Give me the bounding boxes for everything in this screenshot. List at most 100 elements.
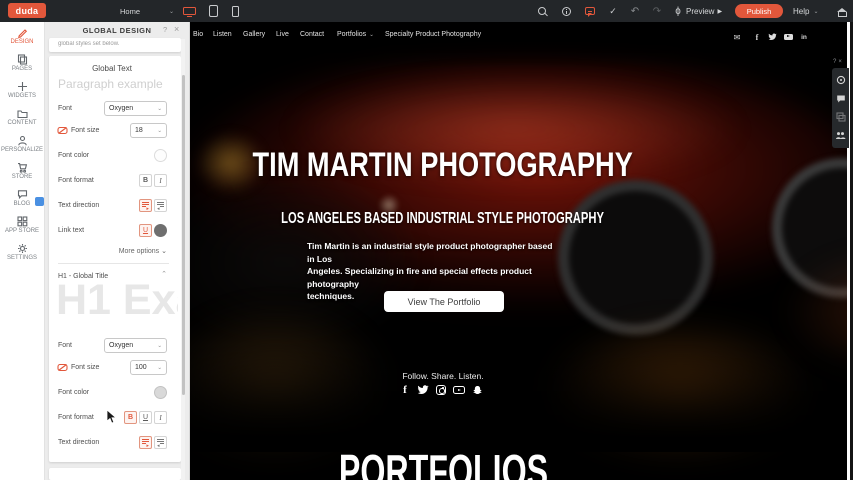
site-nav-live[interactable]: Live	[276, 31, 289, 38]
page-selector-dropdown[interactable]: Home ⌄	[118, 4, 176, 18]
editor-window: Bio Listen Gallery Live Contact Portfoli…	[0, 0, 853, 480]
help-dropdown[interactable]: Help ⌄	[793, 0, 818, 22]
italic-button[interactable]: I	[154, 174, 167, 187]
link-text-label: Link text	[58, 223, 84, 238]
site-preview[interactable]: Bio Listen Gallery Live Contact Portfoli…	[190, 22, 853, 480]
comments-icon	[585, 7, 595, 15]
hero-title[interactable]: TIM MARTIN PHOTOGRAPHY	[193, 146, 693, 185]
linkedin-icon[interactable]: in	[797, 30, 811, 44]
undo-icon: ↶	[631, 6, 639, 17]
site-nav-gallery[interactable]: Gallery	[243, 31, 265, 38]
ltr-direction-button[interactable]	[139, 199, 152, 212]
ltr-icon	[141, 201, 150, 210]
comments-button[interactable]	[580, 0, 600, 22]
h1-text-direction-label: Text direction	[58, 435, 99, 450]
redo-button[interactable]: ↷	[647, 0, 667, 22]
done-button[interactable]: ✓	[603, 0, 623, 22]
email-icon[interactable]: ✉	[730, 30, 744, 44]
scrolled-card: global styles set below.	[49, 38, 181, 52]
snapchat-icon[interactable]	[470, 383, 484, 397]
info-button[interactable]	[556, 0, 576, 22]
panel-help-icon[interactable]: ?	[163, 25, 167, 34]
instagram-icon[interactable]	[434, 383, 448, 397]
hero-subtitle[interactable]: LOS ANGELES BASED INDUSTRIAL STYLE PHOTO…	[193, 210, 693, 228]
chevron-down-icon: ⌄	[157, 128, 162, 134]
team-button[interactable]	[834, 129, 847, 142]
site-nav-bio[interactable]: Bio	[193, 31, 203, 38]
ltr-icon	[141, 438, 150, 447]
preview-button[interactable]: Preview ▶	[686, 0, 722, 22]
h1-rtl-direction-button[interactable]	[154, 436, 167, 449]
bold-button[interactable]: B	[139, 174, 152, 187]
undo-button[interactable]: ↶	[625, 0, 645, 22]
sidebar-item-app-store[interactable]: APP STORE	[0, 211, 44, 238]
rtl-direction-button[interactable]	[154, 199, 167, 212]
chevron-down-icon: ⌄	[157, 343, 162, 349]
h1-underline-button[interactable]: U	[139, 411, 152, 424]
desktop-view-button[interactable]	[178, 3, 200, 19]
panel-scrollbar-thumb[interactable]	[182, 75, 185, 395]
sidebar-item-pages[interactable]: PAGES	[0, 49, 44, 76]
h1-sample-text: H1 Exa	[56, 276, 178, 326]
duda-logo[interactable]: duda	[8, 3, 46, 18]
mobile-view-button[interactable]	[224, 3, 246, 19]
chevron-down-icon: ⌄	[161, 248, 167, 255]
h1-ltr-direction-button[interactable]	[139, 436, 152, 449]
images-icon	[836, 112, 846, 122]
site-nav-specialty[interactable]: Specialty Product Photography	[385, 31, 481, 38]
tablet-view-button[interactable]	[202, 3, 224, 19]
font-select[interactable]: Oxygen ⌄	[104, 101, 167, 116]
global-text-heading: Global Text	[45, 64, 179, 73]
facebook-icon[interactable]: f	[750, 30, 764, 44]
youtube-icon[interactable]	[781, 30, 795, 44]
site-nav-contact[interactable]: Contact	[300, 31, 324, 38]
sidebar-item-settings[interactable]: SETTINGS	[0, 238, 44, 265]
gear-icon	[17, 243, 28, 254]
next-card-fragment	[49, 468, 181, 480]
app-grid-icon	[17, 216, 28, 227]
font-format-label: Font format	[58, 173, 94, 188]
twitter-icon[interactable]	[416, 383, 430, 397]
link-color-swatch[interactable]	[154, 224, 167, 237]
close-icon[interactable]: ×	[838, 59, 844, 65]
h1-italic-button[interactable]: I	[154, 411, 167, 424]
sidebar-item-design[interactable]: DESIGN	[0, 22, 44, 49]
sidebar-item-widgets[interactable]: WIDGETS	[0, 76, 44, 103]
panel-header: GLOBAL DESIGN ? ×	[45, 22, 189, 38]
dev-mode-button[interactable]: ɸ	[668, 0, 688, 22]
twitter-icon[interactable]	[765, 30, 779, 44]
target-button[interactable]	[834, 74, 847, 87]
rtl-icon	[156, 201, 165, 210]
more-options-link[interactable]: More options ⌄	[119, 247, 167, 255]
h1-font-size-select[interactable]: 100 ⌄	[130, 360, 167, 375]
font-size-override-icon	[57, 126, 68, 135]
youtube-icon[interactable]	[452, 383, 466, 397]
editor-topbar: duda Home ⌄ ✓ ↶ ↷ ɸ Preview ▶ Publish He…	[0, 0, 853, 22]
editor-sidebar: DESIGN PAGES WIDGETS CONTENT PERSONALIZE…	[0, 22, 45, 480]
h1-font-color-swatch[interactable]	[154, 386, 167, 399]
font-color-swatch[interactable]	[154, 149, 167, 162]
site-navbar: Bio Listen Gallery Live Contact Portfoli…	[190, 22, 853, 48]
view-portfolio-button[interactable]: View The Portfolio	[384, 291, 504, 312]
h1-font-select[interactable]: Oxygen ⌄	[104, 338, 167, 353]
search-button[interactable]	[532, 0, 552, 22]
h1-font-size-label: Font size	[71, 360, 99, 375]
font-size-select[interactable]: 18 ⌄	[130, 123, 167, 138]
sidebar-item-content[interactable]: CONTENT	[0, 103, 44, 130]
global-text-card	[49, 56, 181, 462]
chevron-down-icon: ⌄	[369, 32, 374, 38]
h1-bold-button[interactable]: B	[124, 411, 137, 424]
cart-icon	[17, 162, 28, 173]
underline-button[interactable]: U	[139, 224, 152, 237]
site-nav-listen[interactable]: Listen	[213, 31, 232, 38]
site-nav-portfolios[interactable]: Portfolios⌄	[337, 31, 374, 38]
images-button[interactable]	[834, 111, 847, 124]
sidebar-item-personalize[interactable]: PERSONALIZE	[0, 130, 44, 157]
comment-button[interactable]	[834, 92, 847, 105]
publish-button[interactable]: Publish	[735, 4, 783, 18]
close-icon[interactable]: ×	[174, 24, 179, 34]
facebook-icon[interactable]: f	[398, 383, 412, 397]
portfolios-section-title[interactable]: PORTFOLIOS	[193, 448, 693, 480]
sidebar-item-store[interactable]: STORE	[0, 157, 44, 184]
dashboard-home-button[interactable]	[831, 0, 851, 22]
